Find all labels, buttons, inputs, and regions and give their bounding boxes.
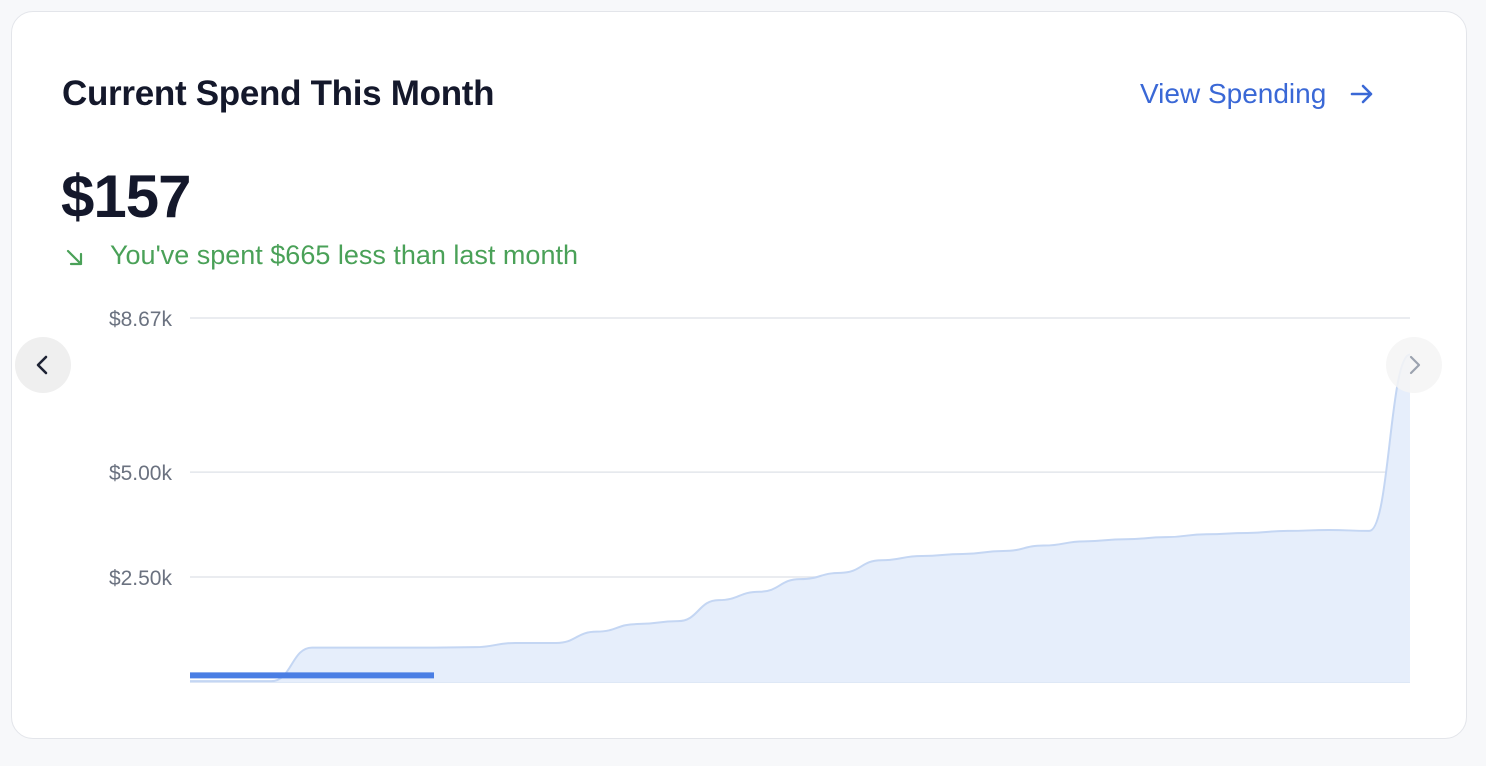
- chart-prev-button[interactable]: [15, 337, 71, 393]
- y-tick-label: $2.50k: [109, 567, 173, 590]
- chevron-right-icon: [1409, 355, 1421, 375]
- chart-next-button[interactable]: [1386, 337, 1442, 393]
- chevron-left-icon: [36, 355, 48, 375]
- y-tick-label: $8.67k: [109, 308, 173, 331]
- spend-area-fill: [190, 354, 1410, 682]
- y-tick-label: $5.00k: [109, 462, 173, 485]
- spend-chart: $8.67k $5.00k $2.50k: [109, 308, 1411, 683]
